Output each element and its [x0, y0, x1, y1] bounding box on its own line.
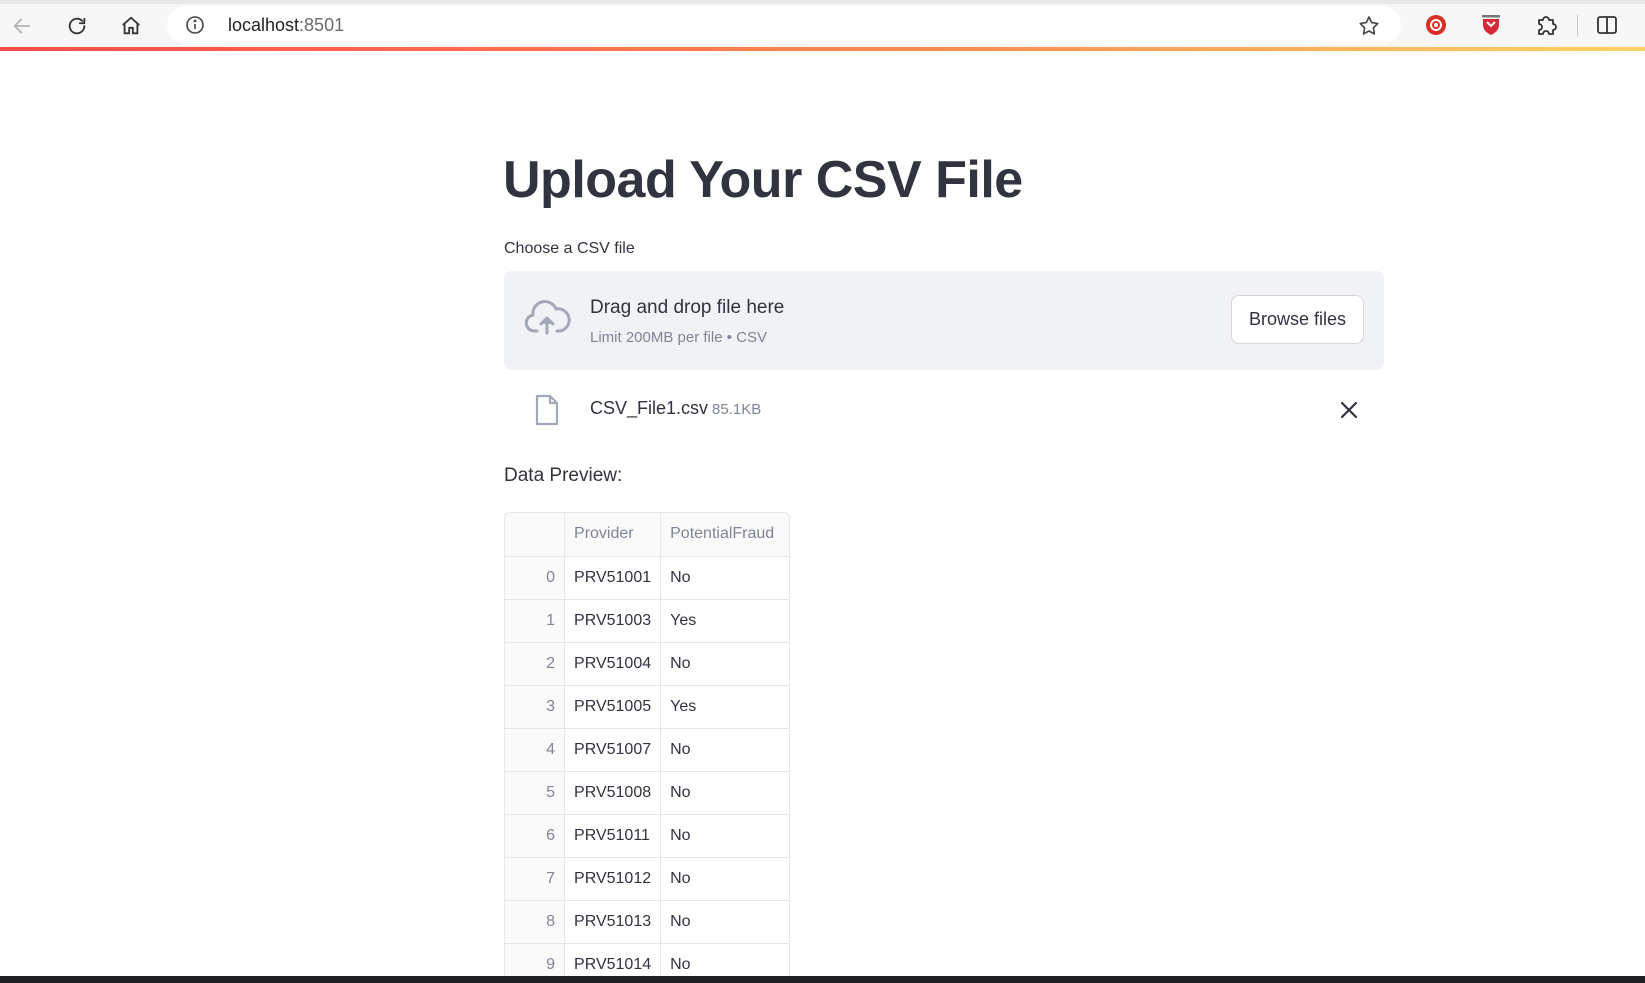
- provider-cell[interactable]: PRV51008: [564, 771, 662, 815]
- arrow-left-icon: [13, 18, 31, 34]
- back-button[interactable]: [5, 9, 39, 43]
- info-icon[interactable]: [185, 15, 205, 35]
- url-text[interactable]: localhost:8501: [228, 15, 344, 36]
- table-row: 4 PRV51007 No: [505, 728, 789, 772]
- provider-cell[interactable]: PRV51003: [564, 599, 662, 643]
- star-icon[interactable]: [1357, 14, 1381, 38]
- provider-cell[interactable]: PRV51001: [564, 556, 662, 600]
- provider-cell[interactable]: PRV51012: [564, 857, 662, 901]
- data-preview-table[interactable]: Provider PotentialFraud 0 PRV51001 No 1 …: [504, 512, 790, 983]
- dropzone-title: Drag and drop file here: [590, 297, 785, 318]
- split-screen-icon[interactable]: [1594, 12, 1620, 38]
- home-icon: [122, 16, 140, 35]
- row-index: 3: [505, 685, 566, 729]
- table-row: 5 PRV51008 No: [505, 771, 789, 815]
- url-host: localhost: [228, 15, 300, 35]
- table-row: 2 PRV51004 No: [505, 642, 789, 686]
- url-port: :8501: [299, 15, 345, 35]
- cloud-upload-icon: [524, 300, 571, 335]
- shield-extension-icon[interactable]: [1478, 12, 1504, 38]
- address-bar[interactable]: localhost:8501: [167, 6, 1401, 45]
- fraud-cell[interactable]: No: [660, 556, 789, 600]
- index-column-header[interactable]: [505, 513, 566, 557]
- table-row: 6 PRV51011 No: [505, 814, 789, 858]
- fraud-cell[interactable]: Yes: [660, 685, 789, 729]
- dropzone-limit-text: Limit 200MB per file • CSV: [590, 329, 767, 346]
- record-extension-icon[interactable]: [1423, 12, 1449, 38]
- uploader-label: Choose a CSV file: [504, 240, 635, 257]
- uploaded-file-name: CSV_File1.csv: [590, 398, 709, 418]
- fraud-cell[interactable]: No: [660, 642, 789, 686]
- fraud-cell[interactable]: No: [660, 771, 789, 815]
- home-button[interactable]: [114, 9, 148, 43]
- table-row: 1 PRV51003 Yes: [505, 599, 789, 643]
- fraud-cell[interactable]: No: [660, 728, 789, 772]
- window-bottom-edge: [0, 976, 1645, 983]
- file-dropzone[interactable]: Drag and drop file here Limit 200MB per …: [504, 271, 1384, 370]
- tab-strip-edge: [0, 0, 1645, 4]
- provider-cell[interactable]: PRV51005: [564, 685, 662, 729]
- puzzle-icon[interactable]: [1533, 12, 1559, 38]
- reload-button[interactable]: [60, 9, 94, 43]
- reload-icon: [68, 17, 86, 35]
- row-index: 1: [505, 599, 566, 643]
- table-header-row: Provider PotentialFraud: [505, 513, 789, 557]
- toolbar-divider: [1577, 15, 1578, 37]
- potential-fraud-column-header[interactable]: PotentialFraud: [660, 513, 789, 557]
- row-index: 6: [505, 814, 566, 858]
- provider-cell[interactable]: PRV51011: [564, 814, 662, 858]
- data-preview-label: Data Preview:: [504, 465, 623, 486]
- loading-progress-bar: [0, 47, 1645, 51]
- provider-cell[interactable]: PRV51007: [564, 728, 662, 772]
- fraud-cell[interactable]: No: [660, 857, 789, 901]
- row-index: 2: [505, 642, 566, 686]
- table-row: 8 PRV51013 No: [505, 900, 789, 944]
- row-index: 5: [505, 771, 566, 815]
- table-row: 0 PRV51001 No: [505, 556, 789, 600]
- table-row: 7 PRV51012 No: [505, 857, 789, 901]
- browse-files-button[interactable]: Browse files: [1231, 295, 1364, 344]
- row-index: 7: [505, 857, 566, 901]
- fraud-cell[interactable]: No: [660, 814, 789, 858]
- page-title: Upload Your CSV File: [503, 151, 1023, 209]
- table-row: 3 PRV51005 Yes: [505, 685, 789, 729]
- row-index: 0: [505, 556, 566, 600]
- row-index: 8: [505, 900, 566, 944]
- row-index: 4: [505, 728, 566, 772]
- close-icon[interactable]: [1338, 399, 1360, 421]
- file-icon: [535, 394, 559, 426]
- uploaded-file-row: CSV_File1.csv 85.1KB: [504, 385, 1384, 435]
- provider-column-header[interactable]: Provider: [564, 513, 662, 557]
- provider-cell[interactable]: PRV51004: [564, 642, 662, 686]
- uploaded-file-size: 85.1KB: [712, 401, 762, 418]
- provider-cell[interactable]: PRV51013: [564, 900, 662, 944]
- browser-toolbar: localhost:8501: [0, 0, 1645, 51]
- fraud-cell[interactable]: No: [660, 900, 789, 944]
- fraud-cell[interactable]: Yes: [660, 599, 789, 643]
